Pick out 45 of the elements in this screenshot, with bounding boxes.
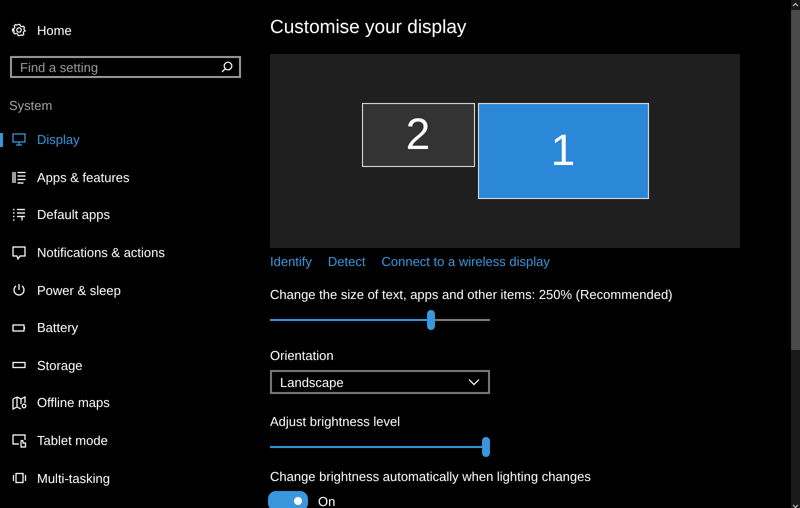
monitor-tile[interactable]: 1	[478, 103, 648, 199]
orientation-dropdown[interactable]: Landscape	[270, 370, 490, 394]
slider-label: Adjust brightness level	[270, 414, 402, 429]
slider-label: Change the size of text, apps and other items: 250% (Recommended)	[270, 287, 674, 302]
section-heading: System	[8, 98, 54, 113]
action-link[interactable]: Identify	[270, 254, 312, 269]
list-icon	[12, 208, 26, 222]
toggle-switch[interactable]	[268, 491, 308, 508]
search-field[interactable]: Find a setting	[10, 56, 241, 78]
scrollbar[interactable]	[791, 0, 800, 508]
speech-bubble-icon	[12, 246, 26, 260]
slider[interactable]	[270, 435, 490, 459]
nav-item[interactable]: Power & sleep	[0, 271, 260, 309]
monitor-icon	[12, 133, 26, 146]
slider-thumb[interactable]	[426, 310, 435, 330]
slider-thumb[interactable]	[482, 437, 490, 457]
monitor-tile[interactable]: 2	[362, 103, 474, 167]
home-button[interactable]: Home	[0, 19, 260, 41]
nav-item[interactable]: Apps & features	[0, 158, 260, 196]
nav-item[interactable]: Multi-tasking	[0, 459, 260, 497]
page-title: Customise your display	[270, 17, 468, 39]
nav-item[interactable]: Notifications & actions	[0, 234, 260, 272]
nav-item[interactable]: Storage	[0, 346, 260, 384]
nav-item[interactable]: Default apps	[0, 196, 260, 234]
chevron-icon	[468, 378, 480, 386]
search-icon	[221, 61, 233, 73]
nav-item[interactable]: Display	[0, 121, 260, 159]
drive-icon	[12, 360, 26, 370]
nav-item[interactable]: Battery	[0, 308, 260, 347]
power-icon	[12, 283, 26, 298]
battery-icon	[12, 322, 26, 333]
selection-indicator	[0, 133, 3, 147]
map-icon	[12, 396, 27, 410]
slider[interactable]	[270, 308, 490, 332]
windows-icon	[12, 472, 27, 484]
action-link[interactable]: Connect to a wireless display	[382, 254, 550, 269]
toggle-label: Change brightness automatically when lighting changes	[270, 469, 592, 484]
action-link[interactable]: Detect	[328, 254, 366, 269]
tablet-icon	[12, 434, 27, 448]
nav-item[interactable]: Offline maps	[0, 384, 260, 422]
nav-item[interactable]: Tablet mode	[0, 422, 260, 460]
toggle-state: On	[318, 494, 336, 508]
field-label: Orientation	[270, 348, 335, 363]
gear-icon	[12, 23, 26, 37]
list-icon	[12, 170, 26, 184]
